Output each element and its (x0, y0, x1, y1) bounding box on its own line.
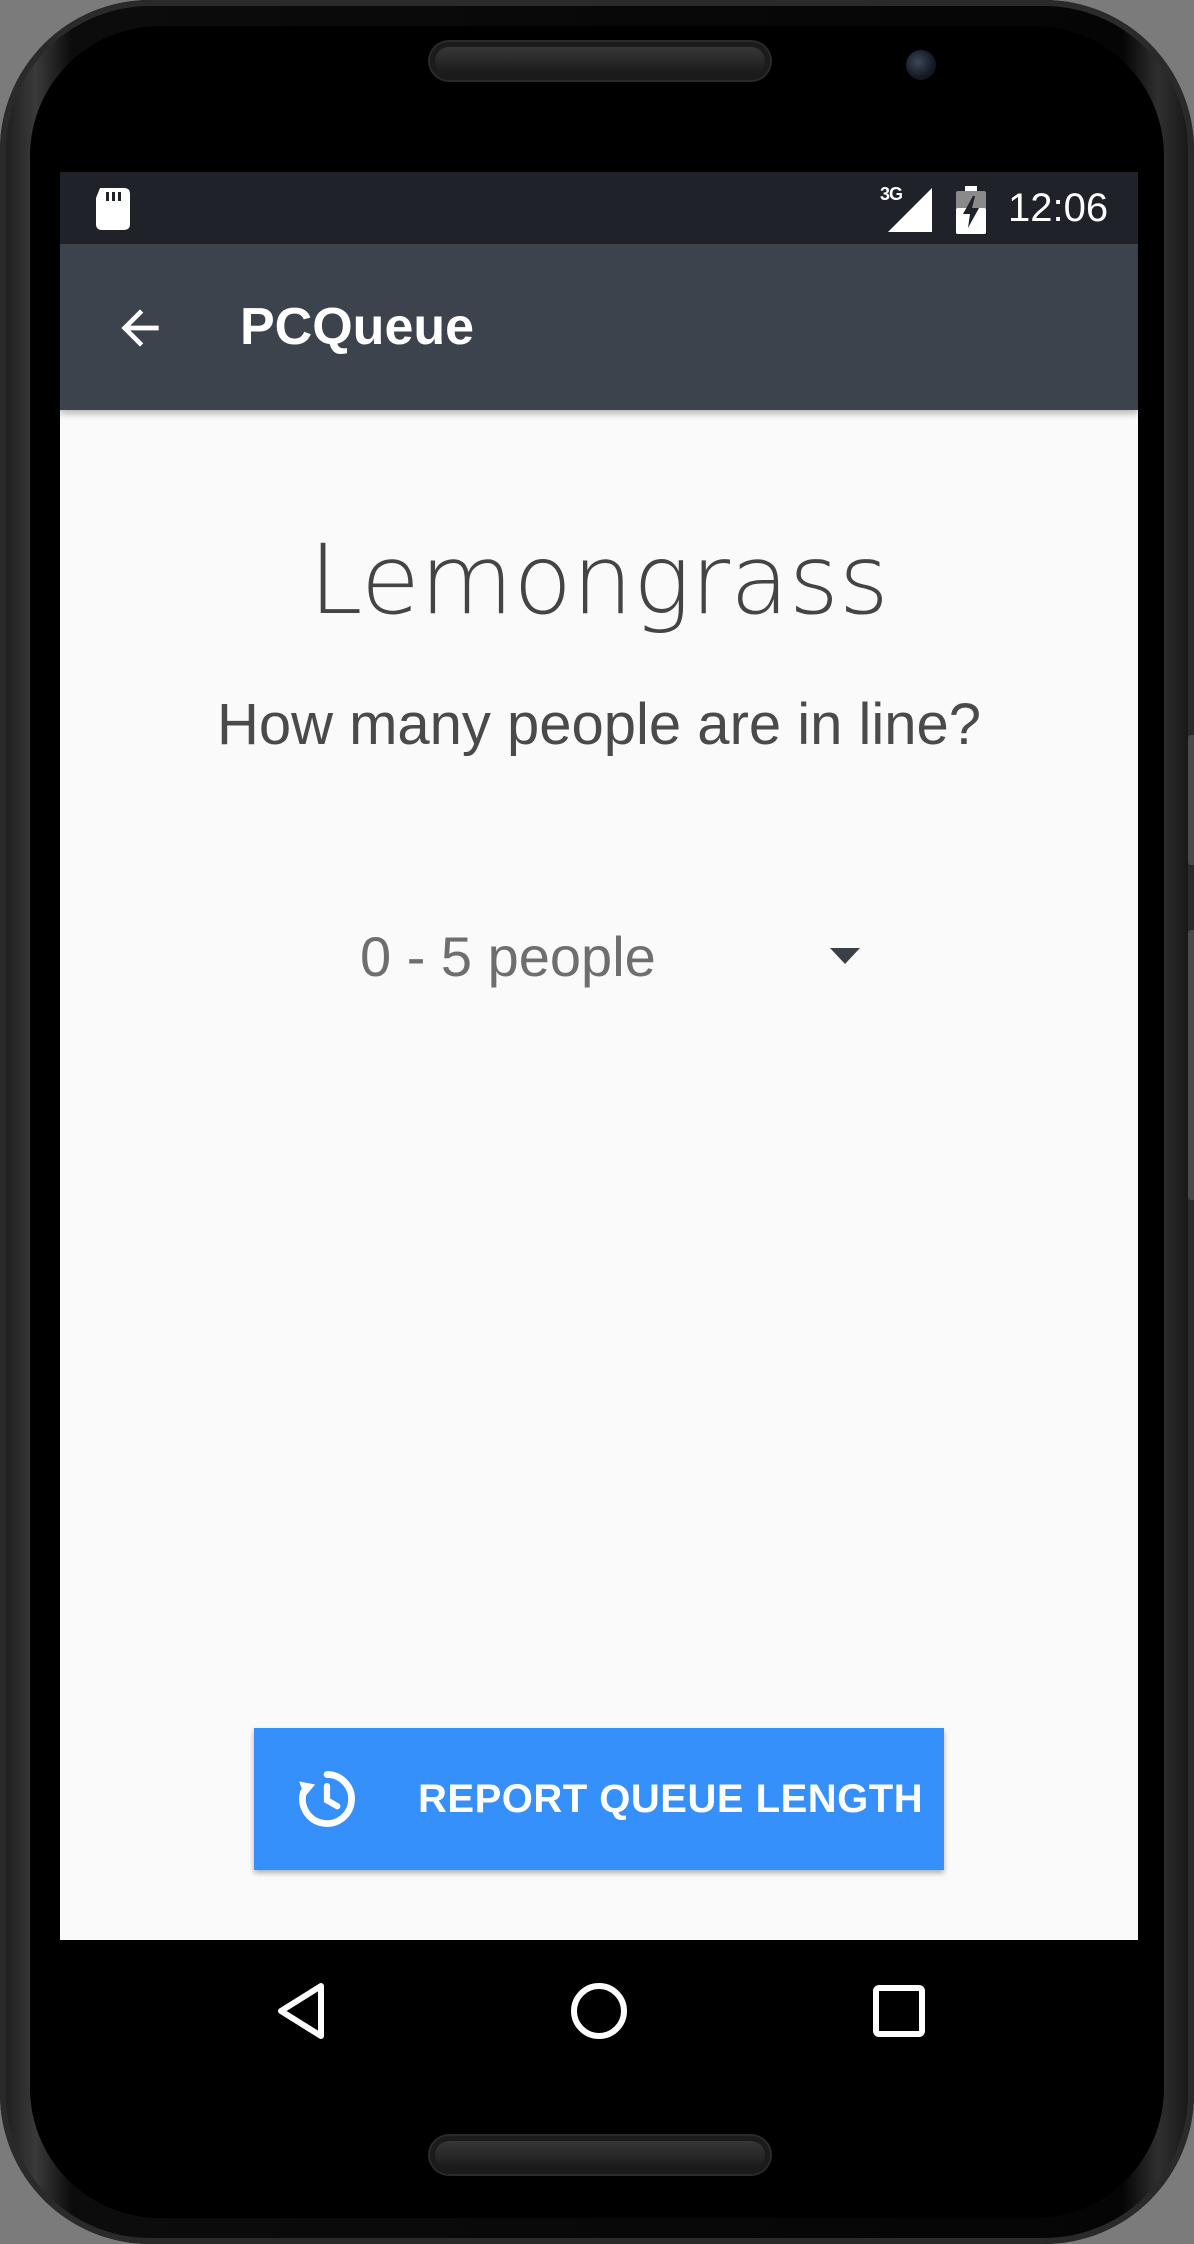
nav-back-button[interactable] (256, 1966, 346, 2056)
front-camera (906, 50, 936, 80)
place-name-heading: Lemongrass (309, 524, 889, 636)
home-circle-icon (571, 1983, 627, 2039)
history-clock-icon (299, 1771, 355, 1827)
sd-card-icon (96, 188, 130, 230)
dropdown-arrow-icon (830, 948, 860, 964)
top-speaker (430, 42, 770, 80)
report-queue-length-button[interactable]: REPORT QUEUE LENGTH (254, 1728, 944, 1870)
battery-icon (956, 186, 986, 234)
report-button-label: REPORT QUEUE LENGTH (418, 1777, 924, 1821)
dropdown-selected-value: 0 - 5 people (360, 925, 656, 988)
main-content: Lemongrass How many people are in line? … (60, 410, 1138, 1940)
bottom-speaker (430, 2136, 770, 2174)
device-screen: 3G 12:06 PCQueue Lemongrass How many peo… (60, 172, 1138, 1940)
queue-question-label: How many people are in line? (216, 692, 982, 757)
app-title: PCQueue (240, 298, 475, 356)
queue-size-dropdown[interactable]: 0 - 5 people (360, 910, 860, 1006)
nav-recents-button[interactable] (854, 1966, 944, 2056)
power-button (1188, 930, 1194, 1200)
signal-icon (888, 188, 932, 232)
back-triangle-icon (278, 1983, 324, 2039)
status-time: 12:06 (1008, 186, 1109, 230)
recents-square-icon (873, 1985, 925, 2037)
back-button[interactable] (98, 286, 182, 370)
app-bar: PCQueue (60, 244, 1138, 410)
status-bar: 3G 12:06 (60, 172, 1138, 244)
nav-home-button[interactable] (554, 1966, 644, 2056)
arrow-back-icon (121, 309, 159, 347)
navigation-bar (60, 1940, 1138, 2082)
volume-button (1188, 735, 1194, 865)
